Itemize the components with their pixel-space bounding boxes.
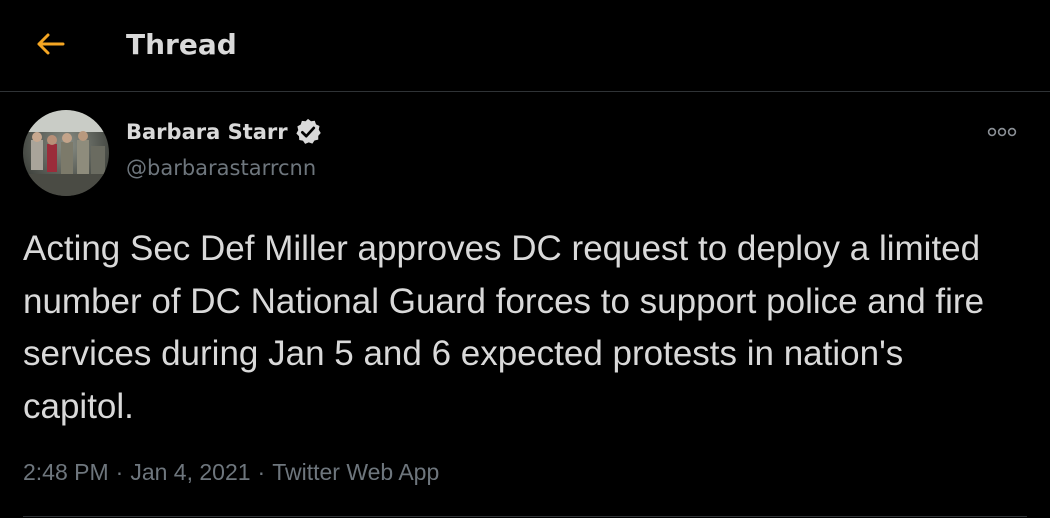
thread-header: Thread: [0, 0, 1050, 92]
author-handle[interactable]: @barbarastarrcnn: [126, 154, 316, 182]
separator: ·: [115, 459, 124, 485]
more-options-button[interactable]: [982, 118, 1022, 146]
avatar[interactable]: [23, 110, 109, 196]
author-name[interactable]: Barbara Starr: [126, 117, 288, 147]
divider: [23, 516, 1027, 517]
tweet-date[interactable]: Jan 4, 2021: [130, 459, 250, 485]
tweet-text: Acting Sec Def Miller approves DC reques…: [23, 229, 985, 426]
tweet-metadata: 2:48 PM · Jan 4, 2021 · Twitter Web App: [23, 456, 439, 488]
more-options-icon: [987, 127, 1017, 137]
separator: ·: [257, 459, 266, 485]
verified-badge-icon: [296, 118, 321, 144]
page-title: Thread: [126, 28, 237, 61]
tweet-source[interactable]: Twitter Web App: [272, 459, 439, 485]
back-button[interactable]: [28, 22, 72, 66]
tweet-time[interactable]: 2:48 PM: [23, 459, 109, 485]
arrow-left-icon: [37, 33, 65, 55]
